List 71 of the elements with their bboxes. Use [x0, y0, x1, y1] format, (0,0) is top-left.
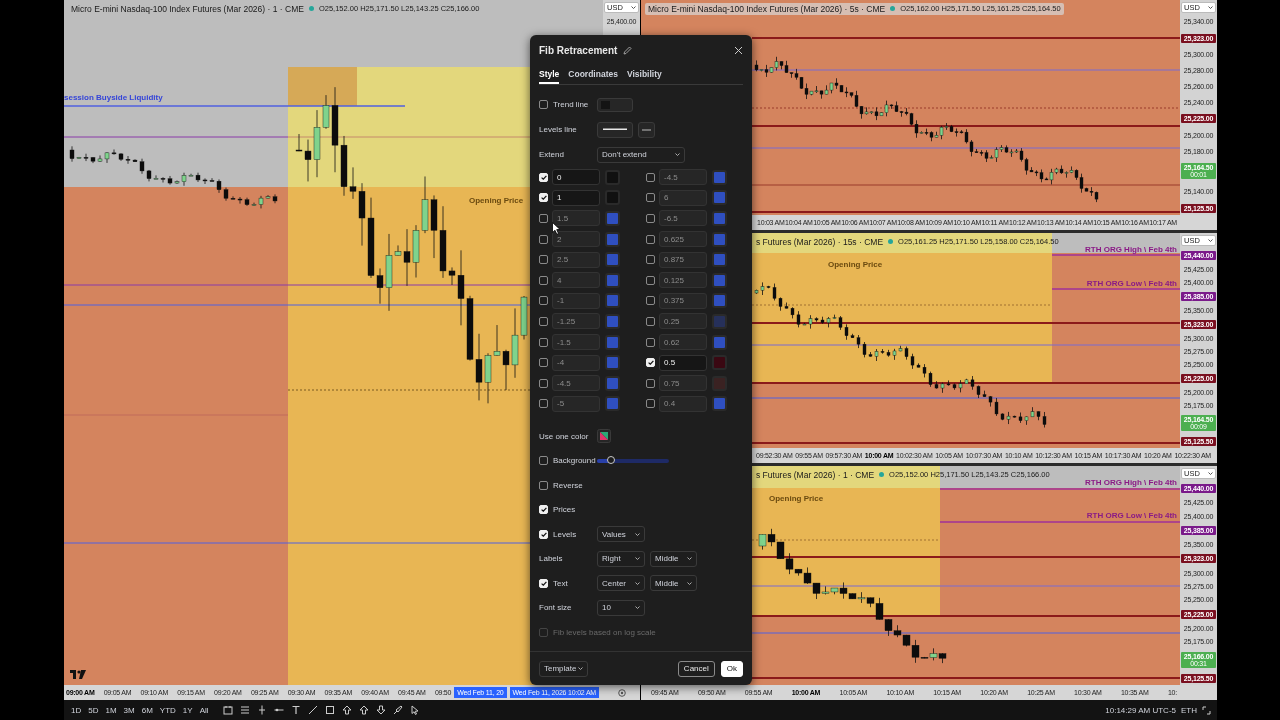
dropdown[interactable]: Center — [597, 575, 645, 592]
option-label: Use one color — [539, 431, 589, 441]
dropdown[interactable]: 10 — [597, 599, 645, 616]
line-label: RTH ORG High \ Feb 4th — [1085, 478, 1177, 487]
option-label: Prices — [553, 505, 576, 515]
level-input-field[interactable]: -5 — [552, 395, 600, 412]
option-label: Levels — [553, 529, 577, 539]
option-label: Trend line — [553, 100, 589, 109]
level-input-field[interactable]: 1 — [552, 189, 600, 206]
line-label: session Buyside Liquidity — [64, 93, 163, 102]
level-input-field[interactable]: 0 — [552, 169, 600, 186]
level-input-field[interactable]: 0.62 — [659, 334, 707, 351]
level-input-field[interactable]: 0.375 — [659, 292, 707, 309]
session-label[interactable]: ETH — [1181, 705, 1197, 715]
cancel-button[interactable]: Cancel — [677, 660, 715, 677]
level-input-field[interactable]: 1.5 — [552, 210, 600, 227]
option-label: Extend — [539, 150, 564, 159]
chart-title: Micro E-mini Nasdaq-100 Index Futures (Mar 2026) · 5s · CME — [648, 3, 886, 14]
level-input-field[interactable]: 0.25 — [659, 313, 707, 330]
level-input-field[interactable]: 0.875 — [659, 251, 707, 268]
level-input-field[interactable]: 0.4 — [659, 395, 707, 412]
line-label: Opening Price — [828, 260, 883, 269]
level-input-field[interactable]: 6 — [659, 189, 707, 206]
interval-button[interactable]: YTD — [158, 705, 177, 715]
dialog-title: Fib Retracement — [539, 44, 618, 56]
interval-button[interactable]: 1D — [70, 705, 83, 715]
line-label: Opening Price — [769, 494, 824, 503]
line-label: Opening Price — [469, 196, 524, 205]
level-input-field[interactable]: 4 — [552, 272, 600, 289]
level-input-field[interactable]: 0.625 — [659, 231, 707, 248]
dropdown[interactable]: Middle — [650, 550, 697, 567]
line-label: RTH ORG Low \ Feb 4th — [1086, 511, 1177, 520]
option-label: Background — [553, 456, 596, 466]
interval-button[interactable]: 1M — [104, 705, 118, 715]
interval-button[interactable]: 6M — [140, 705, 154, 715]
level-input-field[interactable]: 0.125 — [659, 272, 707, 289]
tab[interactable]: Visibility — [626, 65, 662, 84]
level-input-field[interactable]: 0.5 — [659, 354, 707, 371]
level-input-field[interactable]: -6.5 — [659, 210, 707, 227]
chart-title: s Futures (Mar 2026) · 15s · CME — [756, 236, 884, 247]
dropdown[interactable]: Template — [539, 660, 588, 677]
clock-text: 10:14:29 AM UTC-5 — [1105, 705, 1176, 715]
interval-button[interactable]: 5D — [87, 705, 100, 715]
dropdown[interactable]: Values — [597, 526, 645, 543]
line-label: RTH ORG Low \ Feb 4th — [1086, 279, 1177, 288]
dropdown[interactable]: Middle — [650, 575, 697, 592]
option-label: Reverse — [553, 480, 583, 490]
chart-title: s Futures (Mar 2026) · 1 · CME — [756, 469, 875, 480]
level-input-field[interactable]: 2 — [552, 231, 600, 248]
level-input-field[interactable]: 2.5 — [552, 251, 600, 268]
level-input-field[interactable]: 0.75 — [659, 375, 707, 392]
tab[interactable]: Coordinates — [568, 65, 618, 84]
interval-button[interactable]: All — [198, 705, 210, 715]
tab[interactable]: Style — [539, 65, 560, 84]
option-label: Levels line — [539, 125, 577, 134]
level-input-field[interactable]: -4.5 — [659, 169, 707, 186]
option-label: Labels — [539, 554, 563, 564]
chart-title: Micro E-mini Nasdaq-100 Index Futures (Mar 2026) · 1 · CME — [71, 3, 304, 14]
line-label: RTH ORG High \ Feb 4th — [1085, 245, 1177, 254]
option-label: Text — [553, 578, 568, 588]
dropdown[interactable]: Right — [597, 550, 645, 567]
level-input-field[interactable]: -4.5 — [552, 375, 600, 392]
level-input-field[interactable]: -1 — [552, 292, 600, 309]
level-input-field[interactable]: -1.25 — [552, 313, 600, 330]
interval-button[interactable]: 1Y — [181, 705, 194, 715]
option-label: Font size — [539, 603, 572, 613]
interval-button[interactable]: 3M — [122, 705, 136, 715]
dropdown[interactable]: Don't extend — [597, 146, 685, 163]
level-input-field[interactable]: -4 — [552, 354, 600, 371]
level-input-field[interactable]: -1.5 — [552, 334, 600, 351]
ok-button[interactable]: Ok — [720, 660, 743, 677]
